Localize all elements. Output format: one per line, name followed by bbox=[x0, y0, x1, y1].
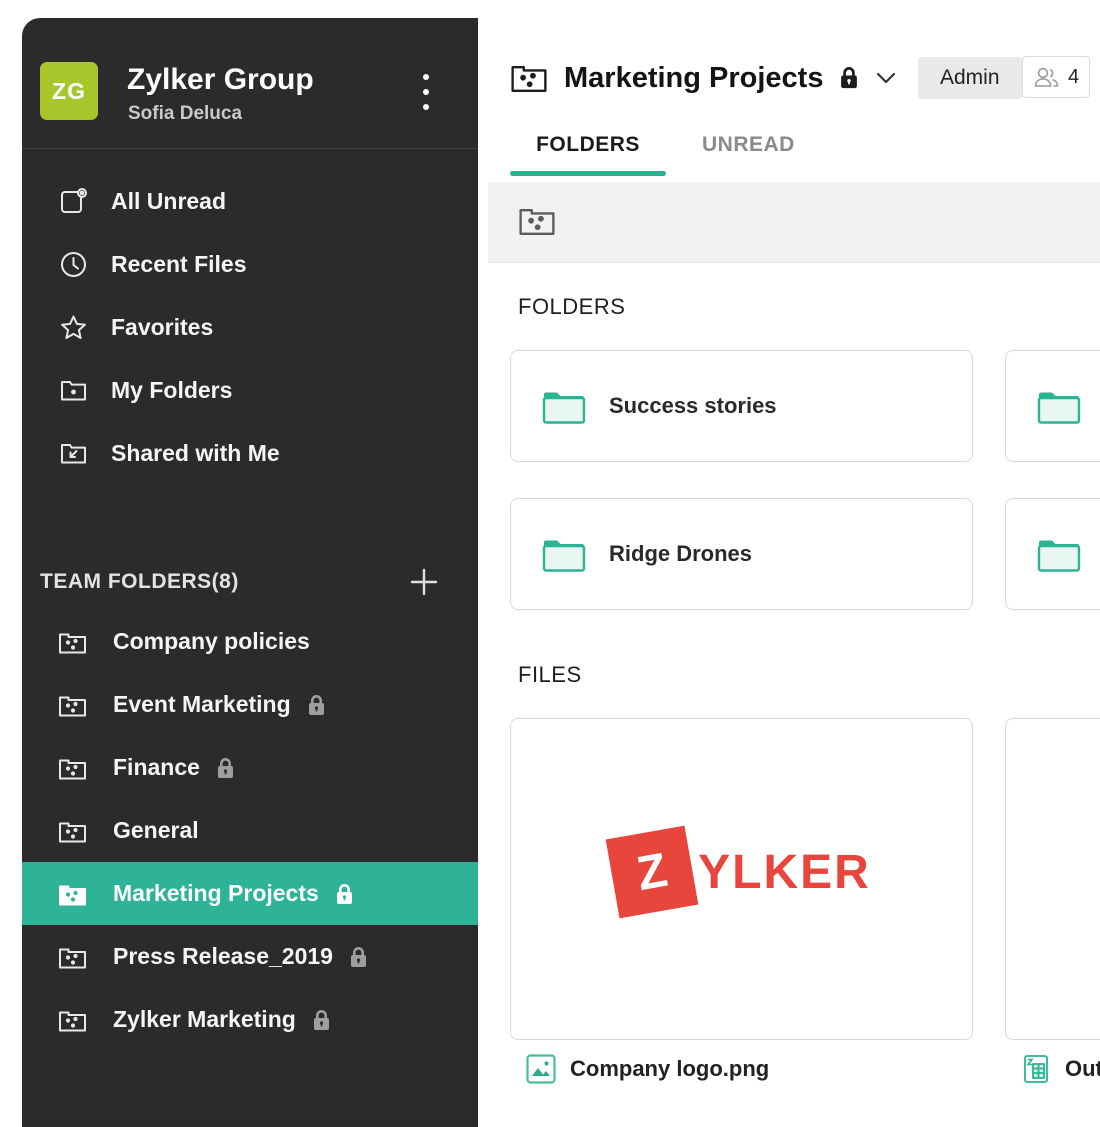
team-folder-label: Event Marketing bbox=[113, 691, 291, 718]
file-card-cropped[interactable] bbox=[1005, 718, 1100, 1040]
team-folder-press-release-2019[interactable]: Press Release_2019 bbox=[22, 925, 478, 988]
green-folder-icon bbox=[541, 386, 587, 426]
tab-label: UNREAD bbox=[698, 133, 799, 157]
team-folder-icon bbox=[58, 629, 87, 655]
admin-role-button[interactable]: Admin bbox=[918, 57, 1022, 99]
file-name: Company logo.png bbox=[570, 1056, 769, 1082]
team-folder-icon bbox=[58, 818, 87, 844]
active-tab-underline bbox=[510, 171, 666, 176]
team-folder-icon bbox=[510, 60, 548, 96]
file-cell: Z YLKER Company logo.png bbox=[510, 718, 973, 1084]
team-folder-label: Press Release_2019 bbox=[113, 943, 333, 970]
team-folder-label: Zylker Marketing bbox=[113, 1006, 296, 1033]
folder-icon bbox=[60, 377, 87, 404]
files-section-label: FILES bbox=[518, 662, 582, 688]
breadcrumb-team-folder-icon[interactable] bbox=[518, 203, 556, 239]
zylker-logo: Z YLKER bbox=[612, 832, 871, 912]
sidebar-item-label: Shared with Me bbox=[111, 440, 280, 467]
folder-card-success-stories[interactable]: Success stories bbox=[510, 350, 973, 462]
sidebar-item-favorites[interactable]: Favorites bbox=[22, 296, 478, 359]
sidebar-nav: All Unread Recent Files Favorites bbox=[22, 170, 478, 485]
folder-card-cropped-1[interactable] bbox=[1005, 350, 1100, 462]
sidebar-item-shared-with-me[interactable]: Shared with Me bbox=[22, 422, 478, 485]
sidebar: ZG Zylker Group Sofia Deluca All Unread bbox=[22, 18, 478, 1127]
team-avatar: ZG bbox=[40, 62, 98, 120]
tab-bar: FOLDERS UNREAD bbox=[510, 133, 799, 176]
lock-icon bbox=[349, 946, 368, 968]
file-card-company-logo[interactable]: Z YLKER bbox=[510, 718, 973, 1040]
team-folder-icon bbox=[58, 692, 87, 718]
team-folder-marketing-projects[interactable]: Marketing Projects bbox=[22, 862, 478, 925]
lock-icon bbox=[335, 883, 354, 905]
lock-icon bbox=[216, 757, 235, 779]
tab-unread[interactable]: UNREAD bbox=[698, 133, 799, 176]
sidebar-item-label: Recent Files bbox=[111, 251, 247, 278]
shared-folder-icon bbox=[60, 440, 87, 467]
workdrive-app: { "sidebar": { "team": { "initials": "ZG… bbox=[0, 0, 1100, 1127]
content-header: Marketing Projects bbox=[510, 56, 897, 100]
folder-name: Success stories bbox=[609, 393, 777, 419]
sidebar-item-label: All Unread bbox=[111, 188, 226, 215]
folders-section-label: FOLDERS bbox=[518, 294, 625, 320]
chevron-down-icon[interactable] bbox=[875, 71, 897, 85]
sidebar-item-label: Favorites bbox=[111, 314, 213, 341]
team-owner: Sofia Deluca bbox=[128, 103, 242, 125]
team-folder-zylker-marketing[interactable]: Zylker Marketing bbox=[22, 988, 478, 1051]
team-folders-heading: TEAM FOLDERS(8) bbox=[40, 570, 239, 594]
members-icon bbox=[1033, 65, 1060, 89]
breadcrumb-toolbar bbox=[488, 182, 1100, 263]
add-team-folder-icon[interactable] bbox=[406, 562, 442, 602]
lock-icon bbox=[839, 66, 859, 90]
team-folder-label: General bbox=[113, 817, 199, 844]
kebab-menu-icon[interactable] bbox=[414, 66, 438, 118]
green-folder-icon bbox=[1036, 386, 1082, 426]
sidebar-item-my-folders[interactable]: My Folders bbox=[22, 359, 478, 422]
member-count: 4 bbox=[1068, 66, 1079, 89]
file-name: Out bbox=[1065, 1056, 1100, 1082]
green-folder-icon bbox=[541, 534, 587, 574]
team-folder-icon bbox=[58, 881, 87, 907]
files-grid: Z YLKER Company logo.png bbox=[510, 718, 1100, 1084]
unread-icon bbox=[60, 188, 87, 215]
lock-icon bbox=[307, 694, 326, 716]
zylker-logo-square: Z bbox=[606, 826, 699, 919]
team-folder-label: Finance bbox=[113, 754, 200, 781]
team-folder-company-policies[interactable]: Company policies bbox=[22, 610, 478, 673]
lock-icon bbox=[312, 1009, 331, 1031]
members-count-button[interactable]: 4 bbox=[1022, 56, 1090, 98]
sidebar-item-label: My Folders bbox=[111, 377, 232, 404]
team-folder-finance[interactable]: Finance bbox=[22, 736, 478, 799]
spreadsheet-file-icon bbox=[1021, 1054, 1051, 1084]
sidebar-item-recent-files[interactable]: Recent Files bbox=[22, 233, 478, 296]
zylker-logo-text: YLKER bbox=[698, 845, 871, 900]
page-title: Marketing Projects bbox=[564, 62, 823, 95]
team-folder-label: Marketing Projects bbox=[113, 880, 319, 907]
team-folder-label: Company policies bbox=[113, 628, 310, 655]
folder-name: Ridge Drones bbox=[609, 541, 752, 567]
team-name: Zylker Group bbox=[127, 63, 314, 97]
folder-card-ridge-drones[interactable]: Ridge Drones bbox=[510, 498, 973, 610]
folders-grid: Success stories Ridge Drones bbox=[510, 350, 1100, 610]
star-icon bbox=[60, 314, 87, 341]
file-cell: Out bbox=[1005, 718, 1100, 1084]
file-caption[interactable]: Out bbox=[1005, 1054, 1100, 1084]
clock-icon bbox=[60, 251, 87, 278]
team-folder-general[interactable]: General bbox=[22, 799, 478, 862]
sidebar-divider bbox=[22, 148, 478, 149]
file-caption[interactable]: Company logo.png bbox=[510, 1054, 973, 1084]
sidebar-item-all-unread[interactable]: All Unread bbox=[22, 170, 478, 233]
image-file-icon bbox=[526, 1054, 556, 1084]
team-folder-icon bbox=[58, 755, 87, 781]
team-folder-event-marketing[interactable]: Event Marketing bbox=[22, 673, 478, 736]
green-folder-icon bbox=[1036, 534, 1082, 574]
team-folders-list: Company policies Event Marketing bbox=[22, 610, 478, 1051]
team-folder-icon bbox=[58, 1007, 87, 1033]
tab-label: FOLDERS bbox=[510, 133, 666, 157]
team-header: ZG Zylker Group Sofia Deluca bbox=[22, 18, 478, 148]
tab-folders[interactable]: FOLDERS bbox=[510, 133, 666, 176]
team-folders-header: TEAM FOLDERS(8) bbox=[22, 554, 478, 616]
folder-card-cropped-2[interactable] bbox=[1005, 498, 1100, 610]
team-folder-icon bbox=[58, 944, 87, 970]
